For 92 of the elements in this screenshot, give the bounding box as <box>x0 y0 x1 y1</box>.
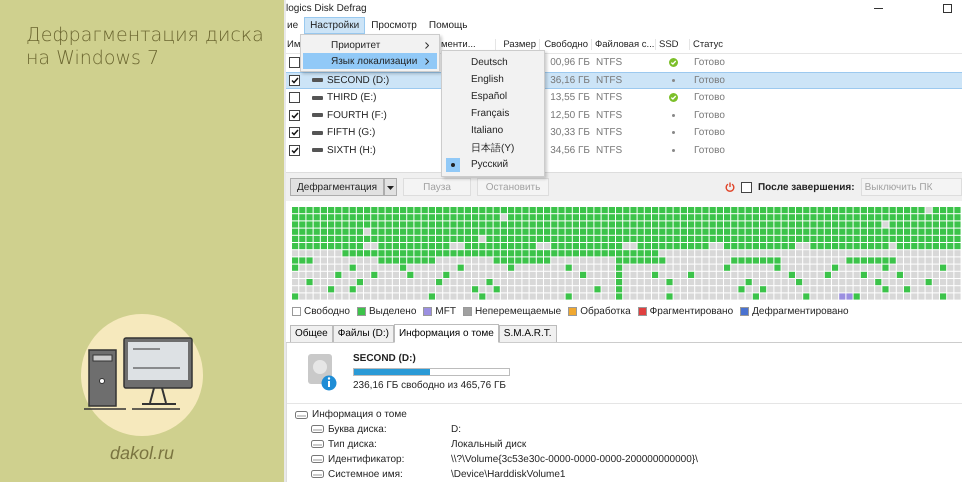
drive-name: SECOND (D:) <box>327 74 390 86</box>
checkbox[interactable] <box>289 74 300 86</box>
language-item[interactable]: 日本語(Y) <box>444 139 542 156</box>
language-item[interactable]: Русский <box>444 156 542 173</box>
property-label: Буква диска: <box>328 424 387 435</box>
bullet-icon <box>451 162 455 166</box>
tab[interactable]: Общее <box>290 324 333 342</box>
drive-name: FIFTH (G:) <box>327 127 376 138</box>
file-system-cell-text: NTFS <box>595 127 624 138</box>
property-label: Идентификатор: <box>328 454 404 465</box>
drive-name: FOURTH (F:) <box>327 110 387 121</box>
file-system-cell-text: NTFS <box>595 57 624 68</box>
menu-item[interactable]: ие <box>286 17 304 34</box>
tab[interactable]: S.M.A.R.T. <box>498 324 557 342</box>
column-header[interactable]: SSD <box>656 39 690 50</box>
free-space-cell-text: 34,56 ГБ <box>549 144 591 156</box>
after-completion-label: После завершения: <box>758 182 855 192</box>
power-icon <box>724 182 735 192</box>
legend-label: Неперемещаемые <box>474 306 562 318</box>
dropdown-button[interactable] <box>384 178 398 196</box>
status-cell-text: Готово <box>693 127 726 138</box>
language-item[interactable]: Français <box>444 105 542 122</box>
drive-name: THIRD (E:) <box>327 92 376 104</box>
column-header[interactable]: Им <box>286 39 302 50</box>
legend-label: Свободно <box>304 306 350 318</box>
drive-icon <box>312 77 323 84</box>
property-value: Локальный диск <box>451 438 528 450</box>
free-space-cell-text: 30,33 ГБ <box>549 127 591 138</box>
section-title: Информация о томе <box>312 409 407 420</box>
column-header[interactable]: Файловая с... <box>592 39 656 50</box>
free-space-cell-text: 36,16 ГБ <box>549 74 591 86</box>
free-space-cell-text: 13,55 ГБ <box>549 92 591 104</box>
property-label: Тип диска: <box>328 438 377 450</box>
minimize-icon[interactable] <box>874 8 883 10</box>
article-title: Дефрагментация диска на Windows 7 <box>26 24 265 70</box>
menu-item[interactable]: Помощь <box>422 17 474 34</box>
legend-label: MFT <box>435 306 456 318</box>
file-system-cell-text: NTFS <box>595 74 624 86</box>
status-cell-text: Готово <box>693 92 726 104</box>
free-space-summary: 236,16 ГБ свободно из 465,76 ГБ <box>353 380 507 391</box>
status-cell-text: Готово <box>693 110 726 121</box>
property-value: D: <box>451 424 462 435</box>
column-header[interactable]: Статус <box>690 39 962 50</box>
site-name: dakol.ru <box>110 443 174 464</box>
language-item[interactable]: Deutsch <box>444 54 542 71</box>
property-value: \\?\Volume{3c53e30c-0000-0000-0000-200000000000}\ <box>451 454 699 465</box>
drive-icon <box>312 112 323 118</box>
language-item[interactable]: English <box>444 71 542 88</box>
drive-icon <box>311 470 324 478</box>
legend-label: Выделено <box>368 306 416 318</box>
menu-item[interactable]: Просмотр <box>365 17 423 34</box>
property-label: Системное имя: <box>328 468 403 480</box>
caret-icon <box>387 186 394 190</box>
drive-icon <box>311 425 324 434</box>
menu-item[interactable]: Приоритет <box>303 37 437 53</box>
status-cell-text: Готово <box>693 144 726 156</box>
checkbox[interactable] <box>289 127 300 138</box>
checkbox[interactable] <box>289 92 300 104</box>
maximize-icon[interactable] <box>942 4 952 13</box>
drive-name: SIXTH (H:) <box>327 144 376 156</box>
checkbox[interactable] <box>289 144 300 156</box>
hard-disk-info-icon <box>307 352 337 391</box>
chevron-right-icon <box>425 58 429 64</box>
checkbox[interactable] <box>289 110 300 121</box>
language-item[interactable]: Español <box>444 88 542 105</box>
drive-icon <box>312 130 323 136</box>
drive-icon <box>312 147 323 154</box>
chevron-right-icon <box>425 42 429 48</box>
legend-label: Фрагментировано <box>650 306 734 318</box>
status-cell-text: Готово <box>693 74 726 86</box>
tab[interactable]: Информация о томе <box>394 324 499 343</box>
free-space-cell-text: 12,50 ГБ <box>549 110 591 121</box>
drive-icon <box>311 440 324 448</box>
volume-name: SECOND (D:) <box>353 352 417 364</box>
free-space-cell-text: 00,96 ГБ <box>549 57 591 68</box>
drive-icon <box>295 410 308 419</box>
checkbox[interactable] <box>289 57 300 68</box>
status-cell-text: Готово <box>693 57 726 68</box>
drive-icon <box>311 455 324 464</box>
defragment-button[interactable]: Дефрагментация <box>290 178 384 196</box>
file-system-cell-text: NTFS <box>595 92 624 104</box>
tab[interactable]: Файлы (D:) <box>332 324 394 342</box>
legend-label: Дефрагментировано <box>752 306 849 318</box>
file-system-cell-text: NTFS <box>595 110 624 121</box>
property-value: \Device\HarddiskVolume1 <box>451 468 566 480</box>
language-item[interactable]: Italiano <box>444 122 542 139</box>
menu-item[interactable]: Язык локализации <box>303 53 437 69</box>
legend-label: Обработка <box>580 306 631 318</box>
drive-icon <box>312 94 323 101</box>
window-title: logics Disk Defrag <box>286 3 367 14</box>
file-system-cell-text: NTFS <box>595 144 624 156</box>
menu-item[interactable]: Настройки <box>304 17 366 34</box>
